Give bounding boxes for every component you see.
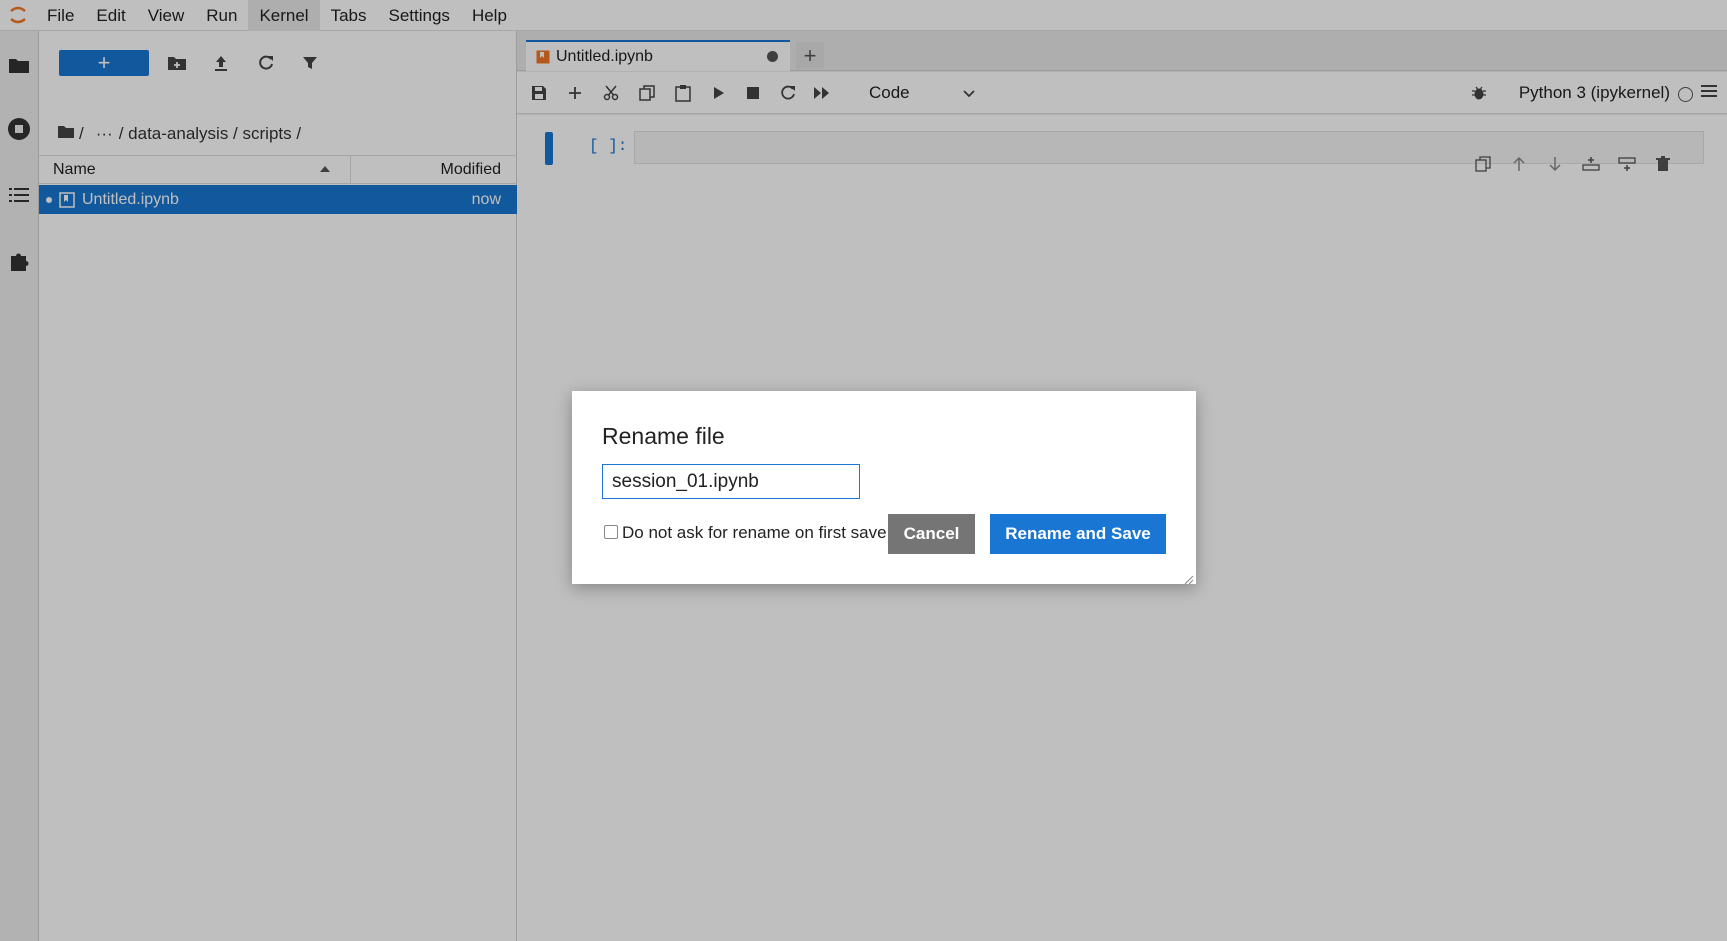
resize-grip-icon[interactable] <box>1184 572 1194 585</box>
filename-input[interactable]: session_01.ipynb <box>602 464 860 499</box>
dialog-title: Rename file <box>602 423 725 449</box>
do-not-ask-label[interactable]: Do not ask for rename on first save. <box>622 523 891 543</box>
cancel-button[interactable]: Cancel <box>888 514 975 554</box>
rename-and-save-button[interactable]: Rename and Save <box>990 514 1166 554</box>
do-not-ask-checkbox[interactable] <box>604 525 618 539</box>
rename-file-dialog: Rename file session_01.ipynb Do not ask … <box>572 391 1196 585</box>
